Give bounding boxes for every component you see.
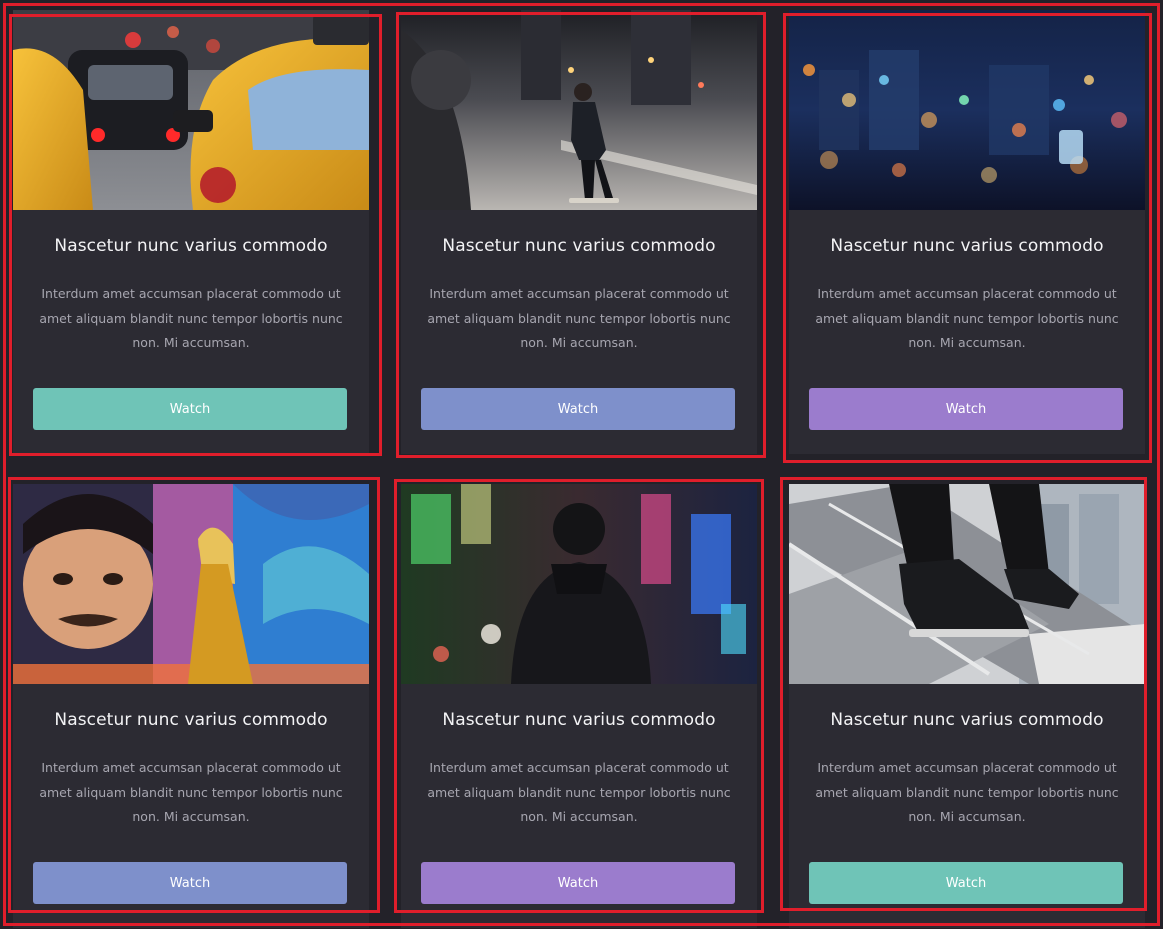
city-lights-bokeh-photo (789, 10, 1145, 210)
card-title: Nascetur nunc varius commodo (54, 236, 328, 256)
card-description: Interdum amet accumsan placerat commodo … (815, 286, 1119, 350)
card-1: Nascetur nunc varius commodo Interdum am… (13, 10, 369, 454)
taxi-traffic-photo (13, 10, 369, 210)
card-5: Nascetur nunc varius commodo Interdum am… (401, 484, 757, 928)
card-description: Interdum amet accumsan placerat commodo … (39, 760, 343, 824)
card-title: Nascetur nunc varius commodo (54, 710, 328, 730)
card-title: Nascetur nunc varius commodo (442, 236, 716, 256)
card-title: Nascetur nunc varius commodo (830, 236, 1104, 256)
watch-button[interactable]: Watch (421, 388, 735, 430)
watch-button[interactable]: Watch (809, 862, 1123, 904)
card-2: Nascetur nunc varius commodo Interdum am… (401, 10, 757, 454)
card-description: Interdum amet accumsan placerat commodo … (815, 760, 1119, 824)
card-description: Interdum amet accumsan placerat commodo … (427, 760, 731, 824)
man-neon-street-photo (401, 484, 757, 684)
card-title: Nascetur nunc varius commodo (830, 710, 1104, 730)
skateboarder-street-photo (401, 10, 757, 210)
card-6: Nascetur nunc varius commodo Interdum am… (789, 484, 1145, 928)
card-4: Nascetur nunc varius commodo Interdum am… (13, 484, 369, 928)
woman-mural-photo (13, 484, 369, 684)
card-description: Interdum amet accumsan placerat commodo … (427, 286, 731, 350)
watch-button[interactable]: Watch (33, 388, 347, 430)
watch-button[interactable]: Watch (421, 862, 735, 904)
watch-button[interactable]: Watch (809, 388, 1123, 430)
card-grid-page: Nascetur nunc varius commodo Interdum am… (0, 0, 1163, 929)
sneakers-stairs-photo (789, 484, 1145, 684)
watch-button[interactable]: Watch (33, 862, 347, 904)
card-description: Interdum amet accumsan placerat commodo … (39, 286, 343, 350)
card-3: Nascetur nunc varius commodo Interdum am… (789, 10, 1145, 454)
card-title: Nascetur nunc varius commodo (442, 710, 716, 730)
